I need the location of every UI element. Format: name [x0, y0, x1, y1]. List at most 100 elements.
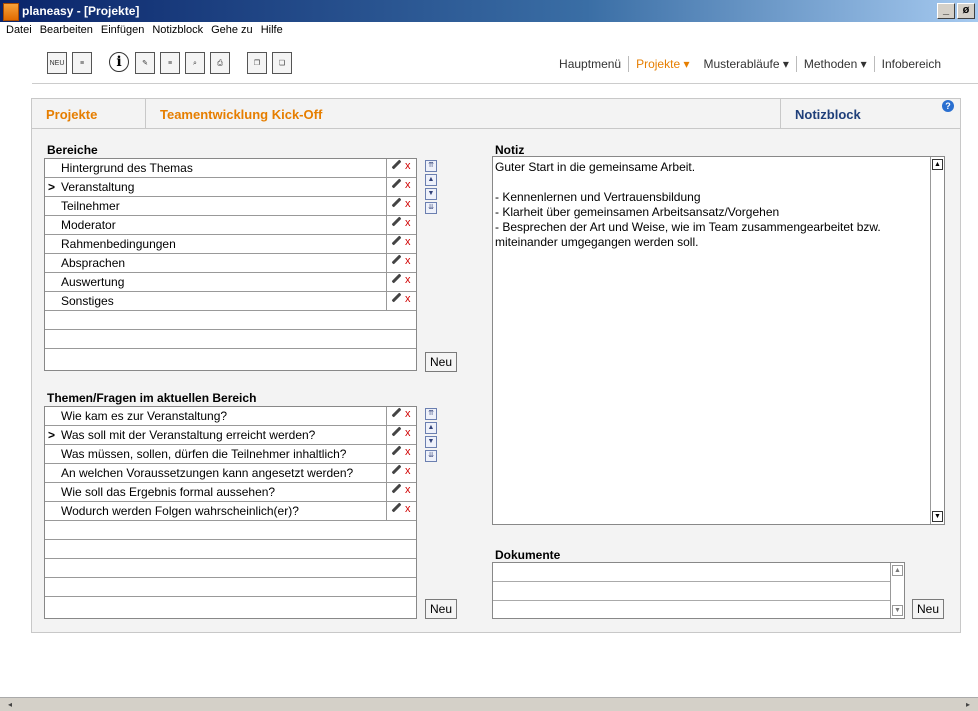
delete-icon[interactable]: x: [405, 217, 411, 229]
list-item[interactable]: Was müssen, sollen, dürfen die Teilnehme…: [45, 445, 416, 464]
delete-icon[interactable]: x: [405, 408, 411, 420]
tab-project-name[interactable]: Teamentwicklung Kick-Off: [160, 107, 322, 122]
move-down-icon[interactable]: ▼: [425, 436, 437, 448]
print-icon[interactable]: ⎙: [210, 52, 230, 74]
list-item[interactable]: Teilnehmer x: [45, 197, 416, 216]
empty-row: [45, 311, 416, 330]
empty-row: [45, 330, 416, 349]
list-item[interactable]: > Veranstaltung x: [45, 178, 416, 197]
tab-notizblock[interactable]: Notizblock: [795, 107, 861, 122]
toolbar-divider: [32, 83, 978, 84]
add-area-button[interactable]: Neu: [425, 352, 457, 372]
edit-pencil-icon[interactable]: [391, 426, 402, 437]
move-bottom-icon[interactable]: ⇊: [425, 202, 437, 214]
move-bottom-icon[interactable]: ⇊: [425, 450, 437, 462]
delete-icon[interactable]: x: [405, 465, 411, 477]
edit-pencil-icon[interactable]: [391, 235, 402, 246]
scroll-left-icon[interactable]: ◂: [4, 699, 16, 710]
delete-icon[interactable]: x: [405, 160, 411, 172]
documents-list[interactable]: ▲ ▼: [492, 562, 905, 619]
row-actions: x: [386, 407, 416, 425]
edit-pencil-icon[interactable]: [391, 159, 402, 170]
delete-icon[interactable]: x: [405, 179, 411, 191]
app-icon: [3, 3, 19, 21]
list-item[interactable]: Auswertung x: [45, 273, 416, 292]
nav-musterablaeufe[interactable]: Musterabläufe ▾: [696, 57, 795, 71]
edit-pencil-icon[interactable]: [391, 254, 402, 265]
scroll-down-icon[interactable]: ▼: [932, 511, 943, 522]
horizontal-scrollbar[interactable]: ◂ ▸: [0, 697, 978, 711]
list-item[interactable]: Moderator x: [45, 216, 416, 235]
tab-projekte[interactable]: Projekte: [46, 107, 97, 122]
list-item[interactable]: Absprachen x: [45, 254, 416, 273]
help-icon[interactable]: ?: [942, 100, 954, 112]
list-item[interactable]: Hintergrund des Themas x: [45, 159, 416, 178]
note-scrollbar[interactable]: ▲ ▼: [930, 157, 944, 524]
delete-icon[interactable]: x: [405, 236, 411, 248]
delete-icon[interactable]: x: [405, 274, 411, 286]
menu-notizblock[interactable]: Notizblock: [148, 22, 207, 36]
edit-pencil-icon[interactable]: [391, 292, 402, 303]
delete-icon[interactable]: x: [405, 446, 411, 458]
nav-projekte[interactable]: Projekte ▾: [629, 57, 696, 71]
edit-pencil-icon[interactable]: [391, 445, 402, 456]
edit-pencil-icon[interactable]: [391, 502, 402, 513]
edit-document-icon[interactable]: ✎: [135, 52, 155, 74]
move-up-icon[interactable]: ▲: [425, 422, 437, 434]
maximize-button[interactable]: ø: [957, 3, 975, 19]
menu-gehe-zu[interactable]: Gehe zu: [207, 22, 257, 36]
list-item[interactable]: Sonstiges x: [45, 292, 416, 311]
scroll-right-icon[interactable]: ▸: [962, 699, 974, 710]
move-top-icon[interactable]: ⇈: [425, 160, 437, 172]
notes-icon[interactable]: ≡: [72, 52, 92, 74]
nav-hauptmenue[interactable]: Hauptmenü: [552, 57, 628, 71]
new-document-icon[interactable]: NEU: [47, 52, 67, 74]
nav-infobereich[interactable]: Infobereich: [875, 57, 948, 71]
menu-bar: Datei Bearbeiten Einfügen Notizblock Gehe zu…: [0, 22, 978, 40]
list-icon[interactable]: ≡: [160, 52, 180, 74]
list-item[interactable]: > Was soll mit der Veranstaltung erreicht…: [45, 426, 416, 445]
move-down-icon[interactable]: ▼: [425, 188, 437, 200]
delete-icon[interactable]: x: [405, 198, 411, 210]
list-item[interactable]: Rahmenbedingungen x: [45, 235, 416, 254]
list-item[interactable]: Wie kam es zur Veranstaltung? x: [45, 407, 416, 426]
scroll-up-icon[interactable]: ▲: [892, 565, 903, 576]
menu-hilfe[interactable]: Hilfe: [257, 22, 287, 36]
move-up-icon[interactable]: ▲: [425, 174, 437, 186]
row-actions: x: [386, 464, 416, 482]
edit-pencil-icon[interactable]: [391, 178, 402, 189]
row-actions: x: [386, 292, 416, 310]
delete-icon[interactable]: x: [405, 484, 411, 496]
menu-einfuegen[interactable]: Einfügen: [97, 22, 148, 36]
delete-icon[interactable]: x: [405, 427, 411, 439]
menu-bearbeiten[interactable]: Bearbeiten: [36, 22, 97, 36]
documents-scrollbar[interactable]: ▲ ▼: [890, 563, 904, 618]
add-document-button[interactable]: Neu: [912, 599, 944, 619]
add-topic-button[interactable]: Neu: [425, 599, 457, 619]
copy-icon[interactable]: ❐: [247, 52, 267, 74]
minimize-button[interactable]: _: [937, 3, 955, 19]
nav-methoden[interactable]: Methoden ▾: [797, 57, 874, 71]
edit-pencil-icon[interactable]: [391, 273, 402, 284]
paste-icon[interactable]: ❏: [272, 52, 292, 74]
edit-pencil-icon[interactable]: [391, 407, 402, 418]
list-item[interactable]: Wodurch werden Folgen wahrscheinlich(er)…: [45, 502, 416, 521]
top-navigation: Hauptmenü Projekte ▾ Musterabläufe ▾ Met…: [552, 56, 948, 72]
delete-icon[interactable]: x: [405, 503, 411, 515]
info-icon[interactable]: i: [109, 52, 129, 72]
delete-icon[interactable]: x: [405, 255, 411, 267]
menu-datei[interactable]: Datei: [0, 22, 36, 36]
edit-pencil-icon[interactable]: [391, 216, 402, 227]
note-line: - Kennenlernen und Vertrauensbildung: [495, 190, 701, 204]
list-item[interactable]: Wie soll das Ergebnis formal aussehen? x: [45, 483, 416, 502]
delete-icon[interactable]: x: [405, 293, 411, 305]
edit-pencil-icon[interactable]: [391, 464, 402, 475]
move-top-icon[interactable]: ⇈: [425, 408, 437, 420]
edit-pencil-icon[interactable]: [391, 197, 402, 208]
note-textarea[interactable]: Guter Start in die gemeinsame Arbeit. - …: [492, 156, 945, 525]
preview-icon[interactable]: ⌕: [185, 52, 205, 74]
list-item[interactable]: An welchen Voraussetzungen kann angesetz…: [45, 464, 416, 483]
scroll-down-icon[interactable]: ▼: [892, 605, 903, 616]
scroll-up-icon[interactable]: ▲: [932, 159, 943, 170]
edit-pencil-icon[interactable]: [391, 483, 402, 494]
